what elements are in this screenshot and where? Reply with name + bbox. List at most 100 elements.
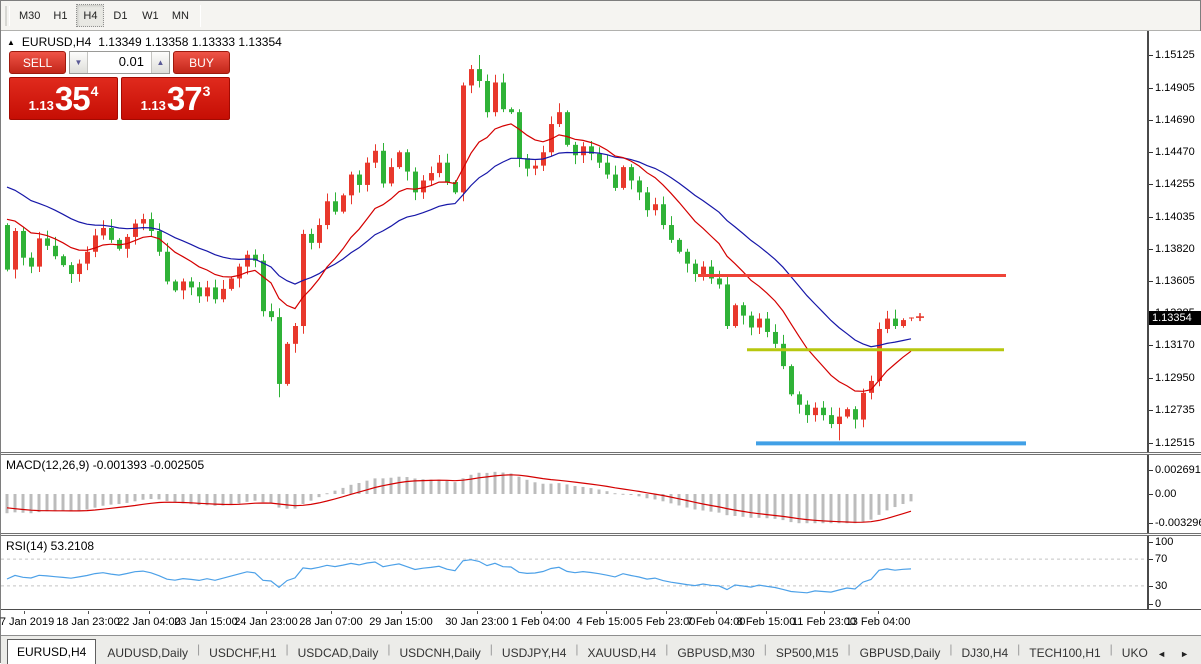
bid-price-panel[interactable]: 1.13 35 4 — [9, 77, 118, 120]
time-tick-mark — [477, 611, 478, 614]
tab-scroll-right-icon[interactable]: ► — [1180, 649, 1189, 659]
price-tick-label: 1.13605 — [1155, 275, 1195, 287]
chart-tab-dj30-h4[interactable]: DJ30,H4 — [952, 643, 1017, 664]
price-tick-mark — [1149, 378, 1153, 379]
timeframe-button-mn[interactable]: MN — [166, 4, 194, 27]
macd-tick-label: 0.002691 — [1155, 464, 1201, 476]
toolbar-separator — [200, 5, 201, 27]
timeframe-button-h1[interactable]: H1 — [46, 4, 74, 27]
collapse-quote-icon[interactable]: ▲ — [7, 38, 15, 47]
chart-tab-usdcad-daily[interactable]: USDCAD,Daily — [289, 643, 388, 664]
macd-tick-mark — [1149, 523, 1153, 524]
time-tick-mark — [401, 611, 402, 614]
volume-input[interactable]: 0.01 — [88, 52, 151, 73]
price-tick-label: 1.14470 — [1155, 146, 1195, 158]
price-tick-mark — [1149, 443, 1153, 444]
price-tick-mark — [1149, 55, 1153, 56]
chart-tab-sp500-m15[interactable]: SP500,M15 — [767, 643, 848, 664]
chart-tab-xauusd-h4[interactable]: XAUUSD,H4 — [579, 643, 666, 664]
time-tick-mark — [24, 611, 25, 614]
price-tick-mark — [1149, 120, 1153, 121]
time-tick-mark — [606, 611, 607, 614]
chart-tab-gbpusd-daily[interactable]: GBPUSD,Daily — [851, 643, 950, 664]
time-tick-mark — [88, 611, 89, 614]
main-chart-panel[interactable]: ▲ EURUSD,H4 1.13349 1.13358 1.13333 1.13… — [1, 31, 1147, 452]
rsi-tick-label: 30 — [1155, 580, 1167, 592]
price-tick-mark — [1149, 345, 1153, 346]
time-tick-label: 24 Jan 23:00 — [234, 616, 298, 628]
time-tick-mark — [206, 611, 207, 614]
rsi-tick-label: 100 — [1155, 536, 1173, 548]
price-tick-label: 1.12950 — [1155, 372, 1195, 384]
sell-button[interactable]: SELL — [9, 51, 66, 74]
price-tick-label: 1.15125 — [1155, 49, 1195, 61]
rsi-tick-label: 70 — [1155, 553, 1167, 565]
price-tick-label: 1.14255 — [1155, 178, 1195, 190]
chart-workspace: ▲ EURUSD,H4 1.13349 1.13358 1.13333 1.13… — [1, 31, 1200, 664]
timeframe-buttons: M30H1H4D1W1MN — [14, 4, 195, 27]
chart-tab-audusd-daily[interactable]: AUDUSD,Daily — [98, 643, 197, 664]
time-tick-mark — [331, 611, 332, 614]
rsi-tick-mark — [1149, 559, 1153, 560]
buy-button[interactable]: BUY — [173, 51, 230, 74]
price-tick-mark — [1149, 88, 1153, 89]
time-tick-label: 23 Jan 15:00 — [174, 616, 238, 628]
bid-big-digits: 35 — [55, 82, 90, 115]
price-tick-label: 1.14905 — [1155, 82, 1195, 94]
time-axis[interactable]: 17 Jan 201918 Jan 23:0022 Jan 04:0023 Ja… — [1, 611, 1201, 635]
time-tick-label: 13 Feb 04:00 — [846, 616, 911, 628]
timeframe-button-m30[interactable]: M30 — [15, 4, 44, 27]
tab-scroll-arrows: ◄► — [1157, 649, 1197, 664]
chart-tab-uko[interactable]: UKO — [1113, 643, 1157, 664]
time-tick-label: 29 Jan 15:00 — [369, 616, 433, 628]
chart-tab-usdcnh-daily[interactable]: USDCNH,Daily — [390, 643, 489, 664]
time-tick-label: 4 Feb 15:00 — [577, 616, 636, 628]
volume-decrease-icon[interactable]: ▼ — [70, 52, 88, 73]
time-tick-label: 22 Jan 04:00 — [117, 616, 181, 628]
rsi-axis: 10070300 — [1147, 536, 1201, 609]
rsi-label: RSI(14) 53.2108 — [6, 539, 94, 553]
timeframe-button-w1[interactable]: W1 — [136, 4, 164, 27]
time-tick-label: 18 Jan 23:00 — [56, 616, 120, 628]
price-tick-mark — [1149, 410, 1153, 411]
time-tick-mark — [666, 611, 667, 614]
bid-prefix: 1.13 — [29, 98, 54, 113]
chart-symbol-label: EURUSD,H4 — [22, 35, 91, 49]
price-tick-mark — [1149, 249, 1153, 250]
chart-header: ▲ EURUSD,H4 1.13349 1.13358 1.13333 1.13… — [7, 35, 282, 49]
tab-scroll-left-icon[interactable]: ◄ — [1157, 649, 1166, 659]
macd-tick-label: -0.003296 — [1155, 517, 1201, 529]
chart-tab-usdjpy-h4[interactable]: USDJPY,H4 — [493, 643, 575, 664]
bid-pip-fraction: 4 — [91, 83, 99, 99]
one-click-trading-widget: SELL ▼ 0.01 ▲ BUY 1.13 35 4 1.13 — [9, 51, 230, 120]
timeframe-button-d1[interactable]: D1 — [106, 4, 134, 27]
ask-prefix: 1.13 — [141, 98, 166, 113]
volume-increase-icon[interactable]: ▲ — [151, 52, 169, 73]
current-price-tag: 1.13354 — [1149, 311, 1201, 325]
time-tick-label: 28 Jan 07:00 — [299, 616, 363, 628]
chart-tab-eurusd-h4[interactable]: EURUSD,H4 — [7, 639, 96, 664]
time-tick-mark — [149, 611, 150, 614]
rsi-tick-mark — [1149, 586, 1153, 587]
rsi-panel[interactable]: RSI(14) 53.2108 — [1, 536, 1147, 609]
time-tick-mark — [766, 611, 767, 614]
ask-pip-fraction: 3 — [203, 83, 211, 99]
chart-ohlc-label: 1.13349 1.13358 1.13333 1.13354 — [98, 35, 282, 49]
ask-price-panel[interactable]: 1.13 37 3 — [121, 77, 230, 120]
rsi-chart[interactable] — [1, 536, 1147, 609]
ask-big-digits: 37 — [167, 82, 202, 115]
chart-tab-tech100-h1[interactable]: TECH100,H1 — [1020, 643, 1109, 664]
rsi-tick-mark — [1149, 542, 1153, 543]
volume-stepper: ▼ 0.01 ▲ — [69, 51, 170, 74]
time-tick-label: 30 Jan 23:00 — [445, 616, 509, 628]
toolbar-grip-icon — [5, 6, 10, 26]
timeframe-toolbar: M30H1H4D1W1MN — [1, 1, 1200, 31]
chart-tab-bar: EURUSD,H4AUDUSD,Daily|USDCHF,H1|USDCAD,D… — [1, 636, 1201, 664]
price-axis[interactable]: 1.13354 1.15125 1.14905 1.14690 1.14470 1.14… — [1147, 31, 1201, 452]
chart-tab-gbpusd-m30[interactable]: GBPUSD,M30 — [668, 643, 763, 664]
chart-tab-usdchf-h1[interactable]: USDCHF,H1 — [200, 643, 285, 664]
price-tick-label: 1.14690 — [1155, 114, 1195, 126]
price-tick-label: 1.12735 — [1155, 404, 1195, 416]
macd-panel[interactable]: MACD(12,26,9) -0.001393 -0.002505 — [1, 455, 1147, 533]
timeframe-button-h4[interactable]: H4 — [76, 4, 104, 27]
